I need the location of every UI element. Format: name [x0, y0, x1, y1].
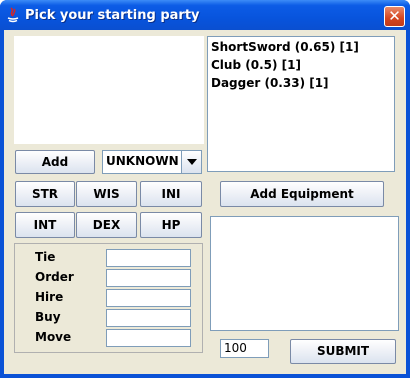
list-item[interactable]: Club (0.5) [1] — [211, 56, 391, 74]
add-equipment-button[interactable]: Add Equipment — [220, 181, 384, 207]
add-button[interactable]: Add — [15, 150, 95, 174]
party-window: Pick your starting party ✕ Add UNKNOWN S… — [0, 0, 410, 378]
str-button[interactable]: STR — [15, 181, 75, 207]
wis-button[interactable]: WIS — [76, 181, 137, 207]
ini-button[interactable]: INI — [140, 181, 202, 207]
java-app-icon — [7, 7, 19, 23]
window-title: Pick your starting party — [25, 8, 200, 23]
title-bar: Pick your starting party ✕ — [0, 0, 410, 30]
hp-button[interactable]: HP — [140, 212, 202, 238]
dex-button[interactable]: DEX — [76, 212, 137, 238]
window-content: Add UNKNOWN STR WIS INI INT DEX HP Tie O… — [4, 30, 406, 374]
order-form: Tie Order Hire Buy Move — [14, 243, 203, 353]
list-item[interactable]: ShortSword (0.65) [1] — [211, 38, 391, 56]
party-list[interactable] — [210, 216, 399, 331]
equipment-list[interactable]: ShortSword (0.65) [1] Club (0.5) [1] Dag… — [207, 36, 395, 172]
list-item[interactable]: Dagger (0.33) [1] — [211, 74, 391, 92]
submit-button[interactable]: SUBMIT — [290, 339, 396, 364]
order-label: Order — [35, 270, 74, 284]
buy-label: Buy — [35, 310, 61, 324]
gold-amount-field[interactable]: 100 — [220, 339, 269, 358]
int-button[interactable]: INT — [15, 212, 75, 238]
tie-field[interactable] — [106, 249, 191, 267]
hire-label: Hire — [35, 290, 64, 304]
order-field[interactable] — [106, 269, 191, 287]
chevron-down-icon[interactable] — [181, 151, 201, 173]
move-field[interactable] — [106, 329, 191, 347]
class-select-value: UNKNOWN — [106, 154, 179, 168]
tie-label: Tie — [35, 250, 56, 264]
party-preview-panel — [14, 36, 204, 144]
move-label: Move — [35, 330, 72, 344]
buy-field[interactable] — [106, 309, 191, 327]
hire-field[interactable] — [106, 289, 191, 307]
close-button[interactable]: ✕ — [384, 6, 405, 27]
class-select[interactable]: UNKNOWN — [102, 150, 202, 174]
